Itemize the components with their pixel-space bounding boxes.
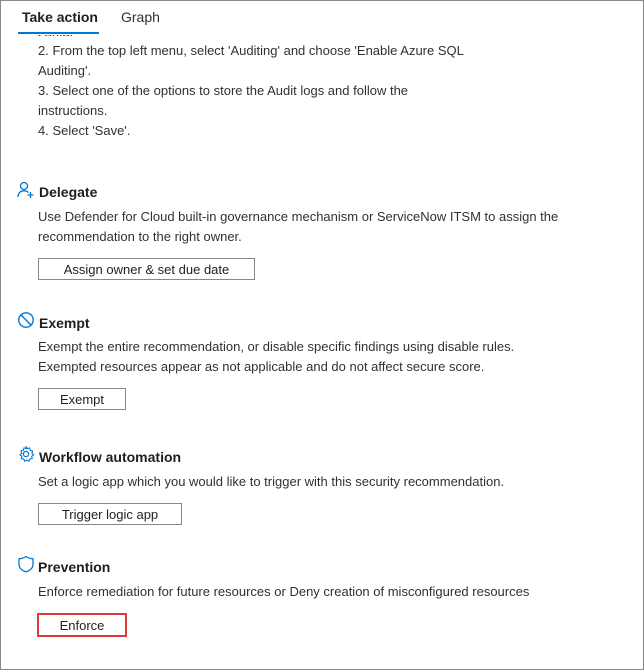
exempt-button[interactable]: Exempt (38, 388, 126, 410)
block-icon (18, 312, 34, 328)
exempt-heading: Exempt (39, 315, 90, 331)
remediation-step: 4. Select 'Save'. (38, 123, 131, 138)
remediation-step: instructions. (38, 103, 108, 118)
prevention-heading: Prevention (38, 559, 111, 575)
active-tab-indicator (18, 32, 99, 34)
person-add-icon (17, 181, 34, 198)
prevention-description: Enforce remediation for future resources… (38, 584, 530, 599)
delegate-description: Use Defender for Cloud built-in governan… (38, 209, 559, 224)
shield-icon (18, 555, 34, 573)
remediation-step: 3. Select one of the options to store th… (38, 83, 409, 98)
exempt-description: Exempt the entire recommendation, or dis… (38, 339, 515, 354)
tab-graph[interactable]: Graph (121, 9, 160, 25)
remediation-step: Auditing'. (38, 63, 92, 78)
remediation-step: 2. From the top left menu, select 'Audit… (38, 43, 464, 58)
recommendation-panel: Take action Graph server. 2. From the to… (0, 0, 644, 670)
workflow-automation-heading: Workflow automation (39, 449, 182, 465)
trigger-logic-app-button[interactable]: Trigger logic app (38, 503, 182, 525)
tab-take-action[interactable]: Take action (22, 9, 98, 25)
gear-icon (19, 445, 35, 462)
workflow-automation-description: Set a logic app which you would like to … (38, 474, 505, 489)
assign-owner-button[interactable]: Assign owner & set due date (38, 258, 255, 280)
delegate-description: recommendation to the right owner. (38, 229, 242, 244)
delegate-heading: Delegate (39, 184, 98, 200)
enforce-button[interactable]: Enforce (37, 613, 127, 637)
tab-bar: Take action Graph (1, 1, 643, 35)
exempt-description: Exempted resources appear as not applica… (38, 359, 485, 374)
